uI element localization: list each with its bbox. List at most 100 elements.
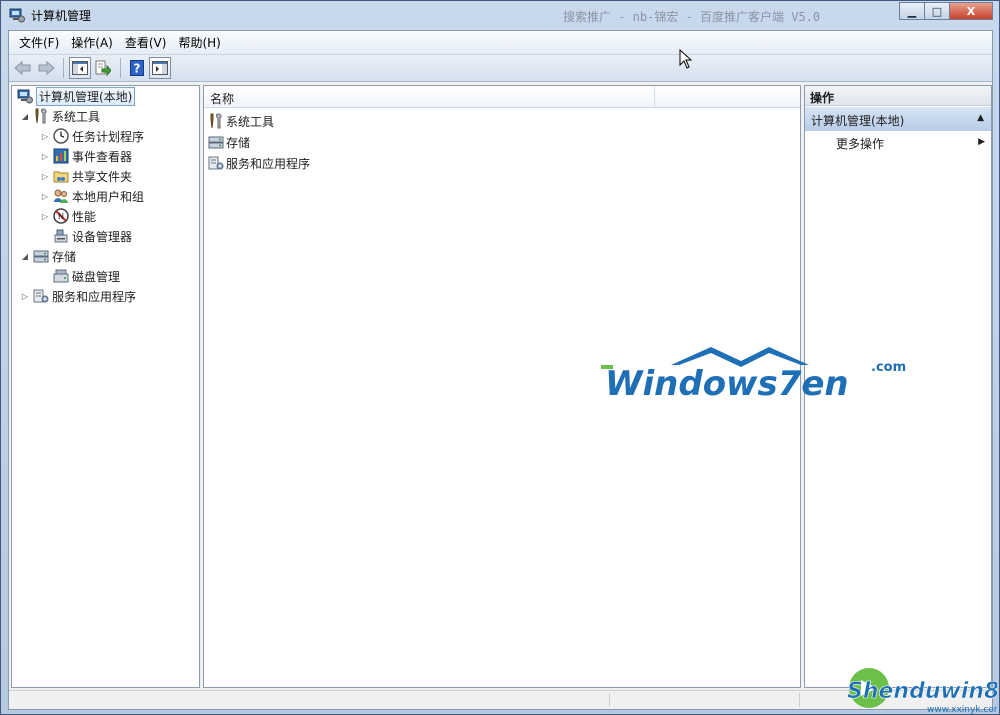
menu-bar: 文件(F) 操作(A) 查看(V) 帮助(H) [9, 31, 992, 54]
export-list-button[interactable] [92, 57, 114, 79]
tree-item-system-tools[interactable]: ◢ 系统工具 [12, 106, 199, 126]
tree-item-storage[interactable]: ◢ 存储 [12, 246, 199, 266]
expanded-arrow-icon[interactable]: ◢ [20, 252, 30, 261]
forward-button[interactable] [35, 57, 57, 79]
tree-item-label: 系统工具 [52, 109, 101, 124]
tree-item-event-viewer[interactable]: ▷ 事件查看器 [12, 146, 199, 166]
close-button[interactable]: X [949, 2, 993, 20]
storage-icon [33, 248, 49, 264]
event-viewer-icon [53, 148, 69, 164]
console-tree-icon [72, 61, 88, 75]
help-icon: ? [130, 60, 144, 76]
list-item-system-tools[interactable]: 系统工具 [208, 111, 274, 131]
tree-item-label: 共享文件夹 [72, 169, 133, 184]
more-actions-item[interactable]: 更多操作 [836, 135, 884, 152]
console-tree: 计算机管理(本地) ◢ 系统工具 ▷ 任务计划程序 ▷ 事件查看器 ▷ 共享文件… [12, 86, 199, 306]
clock-icon [53, 128, 69, 144]
tree-item-label: 任务计划程序 [72, 129, 145, 144]
collapsed-arrow-icon[interactable]: ▷ [40, 212, 50, 221]
tree-item-label: 存储 [52, 249, 77, 264]
tree-item-local-users-groups[interactable]: ▷ 本地用户和组 [12, 186, 199, 206]
users-icon [53, 188, 69, 204]
tree-item-label: 性能 [72, 209, 97, 224]
watermark-text: Windows7en [605, 364, 849, 404]
computer-management-window: 计算机管理 搜索推广 - nb-锦宏 - 百度推广客户端 V5.0 ▁ □ X … [0, 0, 1000, 715]
back-icon [14, 61, 31, 75]
forward-icon [38, 61, 55, 75]
show-hide-console-tree-button[interactable] [69, 57, 91, 79]
maximize-icon: □ [931, 4, 943, 18]
services-icon [208, 155, 224, 171]
tree-item-shared-folders[interactable]: ▷ 共享文件夹 [12, 166, 199, 186]
minimize-button[interactable]: ▁ [899, 2, 925, 20]
title-bar[interactable]: 计算机管理 搜索推广 - nb-锦宏 - 百度推广客户端 V5.0 ▁ □ X [1, 1, 999, 30]
list-header: 名称 [204, 86, 800, 108]
tree-item-services-applications[interactable]: ▷ 服务和应用程序 [12, 286, 199, 306]
status-bar [9, 690, 992, 709]
column-header-name[interactable]: 名称 [204, 86, 655, 108]
actions-header: 操作 [805, 86, 991, 106]
windows7en-watermark: Windows7en .com [601, 347, 906, 404]
menu-help[interactable]: 帮助(H) [172, 32, 226, 53]
caption-buttons: ▁ □ X [899, 2, 993, 20]
export-list-icon [95, 60, 111, 76]
computer-management-app-icon [9, 7, 25, 23]
tree-item-label: 计算机管理(本地) [36, 86, 136, 106]
toolbar: ? [9, 54, 992, 82]
storage-icon [208, 134, 224, 150]
window-title: 计算机管理 [31, 9, 92, 23]
show-hide-action-pane-button[interactable] [149, 57, 171, 79]
tree-item-performance[interactable]: ▷ N 性能 [12, 206, 199, 226]
tree-item-task-scheduler[interactable]: ▷ 任务计划程序 [12, 126, 199, 146]
performance-icon: N [53, 208, 69, 224]
watermark-suffix: .com [871, 360, 906, 375]
toolbar-separator [63, 58, 64, 78]
actions-section-computer-management[interactable]: 计算机管理(本地) ▲ [805, 107, 991, 131]
collapsed-arrow-icon[interactable]: ▷ [40, 132, 50, 141]
collapsed-arrow-icon[interactable]: ▷ [40, 192, 50, 201]
action-pane-icon [152, 61, 168, 75]
minimize-icon: ▁ [907, 4, 917, 18]
svg-text:N: N [58, 212, 64, 221]
close-icon: X [966, 4, 976, 18]
list-item-label: 存储 [226, 135, 251, 150]
expanded-arrow-icon[interactable]: ◢ [20, 112, 30, 121]
menu-action[interactable]: 操作(A) [65, 32, 119, 53]
back-button[interactable] [12, 57, 34, 79]
status-divider [609, 693, 610, 707]
collapsed-arrow-icon[interactable]: ▷ [40, 152, 50, 161]
tree-item-disk-management[interactable]: 磁盘管理 [12, 266, 199, 286]
tree-item-label: 磁盘管理 [72, 269, 121, 284]
help-button[interactable]: ? [126, 57, 148, 79]
background-window-title: 搜索推广 - nb-锦宏 - 百度推广客户端 V5.0 [563, 10, 821, 24]
actions-section-label: 计算机管理(本地) [811, 114, 905, 128]
tree-item-label: 本地用户和组 [72, 189, 145, 204]
list-item-storage[interactable]: 存储 [208, 132, 250, 152]
shared-folder-icon [53, 168, 69, 184]
tools-icon [33, 108, 49, 124]
list-item-label: 服务和应用程序 [226, 156, 311, 171]
maximize-button[interactable]: □ [924, 2, 950, 20]
console-tree-pane[interactable]: 计算机管理(本地) ◢ 系统工具 ▷ 任务计划程序 ▷ 事件查看器 ▷ 共享文件… [11, 85, 200, 688]
collapsed-arrow-icon[interactable]: ▷ [40, 172, 50, 181]
tree-item-label: 事件查看器 [72, 149, 133, 164]
mouse-cursor-icon [679, 49, 693, 69]
tree-item-device-manager[interactable]: 设备管理器 [12, 226, 199, 246]
tree-item-label: 服务和应用程序 [52, 289, 137, 304]
device-manager-icon [53, 228, 69, 244]
list-item-services-applications[interactable]: 服务和应用程序 [208, 153, 310, 173]
svg-text:?: ? [134, 62, 141, 76]
disk-icon [53, 268, 69, 284]
list-item-label: 系统工具 [226, 114, 275, 129]
collapsed-arrow-icon[interactable]: ▷ [20, 292, 30, 301]
tools-icon [208, 113, 224, 129]
menu-file[interactable]: 文件(F) [13, 32, 65, 53]
collapse-up-icon[interactable]: ▲ [977, 113, 984, 123]
shenduwin8-text: Shenduwin8.com [847, 679, 997, 704]
submenu-arrow-icon[interactable]: ▶ [978, 137, 985, 147]
toolbar-separator [120, 58, 121, 78]
tree-item-root[interactable]: 计算机管理(本地) [12, 86, 199, 106]
menu-view[interactable]: 查看(V) [119, 32, 173, 53]
computer-management-icon [17, 88, 33, 104]
shenduwin8-watermark: Shenduwin8.com www.xxinyk.com [847, 668, 997, 714]
